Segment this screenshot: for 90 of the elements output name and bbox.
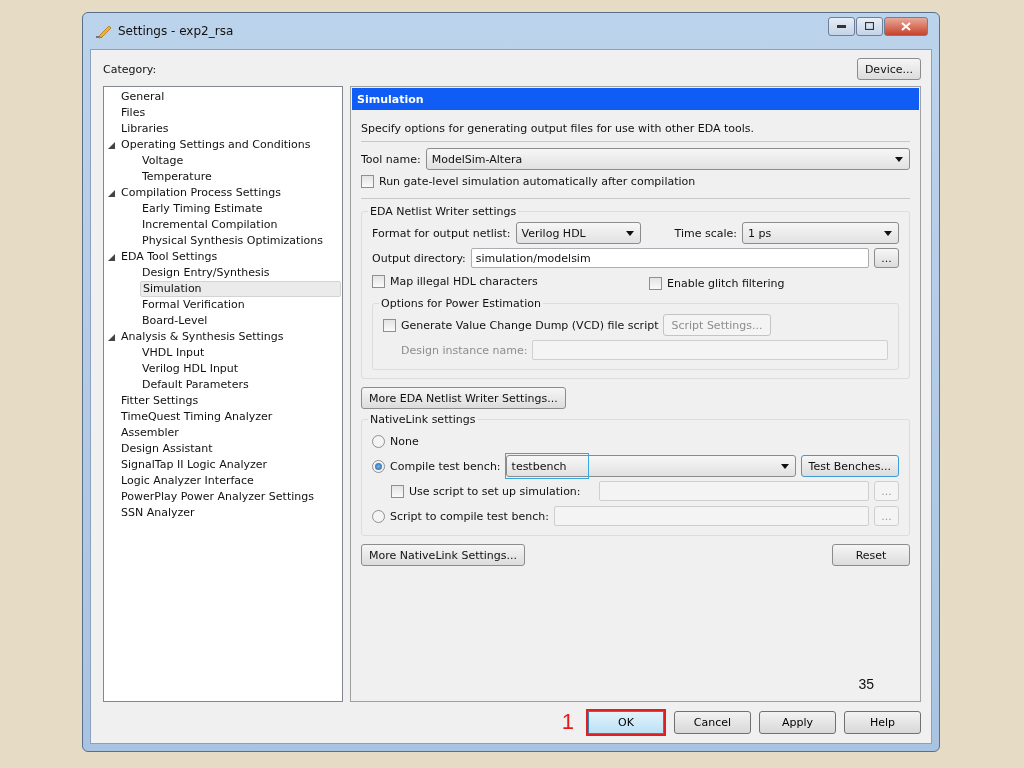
instance-name-field[interactable]	[532, 340, 888, 360]
tree-item[interactable]: Default Parameters	[140, 377, 251, 393]
tree-item[interactable]: Files	[119, 105, 148, 121]
minimize-icon	[837, 24, 846, 28]
checkbox-label: Generate Value Change Dump (VCD) file script	[401, 318, 659, 332]
test-bench-dropdown[interactable]: testbench	[505, 455, 796, 477]
dropdown-caret-icon	[884, 230, 892, 236]
dropdown-caret-icon	[895, 156, 903, 162]
tree-item[interactable]: TimeQuest Timing Analyzer	[119, 409, 275, 425]
radio-button[interactable]	[372, 459, 385, 473]
field-label: Design instance name:	[401, 343, 528, 357]
radio-label: None	[390, 434, 419, 448]
tree-item[interactable]: Operating Settings and Conditions	[119, 137, 313, 153]
close-icon	[901, 21, 911, 31]
tree-item[interactable]: SSN Analyzer	[119, 505, 197, 521]
reset-button[interactable]: Reset	[832, 544, 910, 566]
tree-item[interactable]: Simulation	[140, 281, 341, 297]
tree-item[interactable]: Early Timing Estimate	[140, 201, 265, 217]
tree-item[interactable]: Libraries	[119, 121, 171, 137]
checkbox[interactable]	[649, 276, 662, 290]
tree-item[interactable]: Board-Level	[140, 313, 210, 329]
tree-item[interactable]: Verilog HDL Input	[140, 361, 241, 377]
group-title: NativeLink settings	[369, 413, 477, 426]
category-label: Category:	[103, 62, 157, 76]
panel-title: Simulation	[352, 88, 919, 110]
checkbox-label: Enable glitch filtering	[667, 276, 785, 290]
field-label: Format for output netlist:	[372, 226, 511, 240]
dialog-button[interactable]: Apply	[759, 710, 836, 734]
slide-number: 35	[858, 676, 874, 692]
format-dropdown[interactable]: Verilog HDL	[515, 222, 641, 244]
tree-item[interactable]: Analysis & Synthesis Settings	[119, 329, 286, 345]
tree-item[interactable]: Physical Synthesis Optimizations	[140, 233, 325, 249]
panel-description: Specify options for generating output files for use with other EDA tools.	[361, 122, 755, 135]
dialog-button[interactable]: OK	[586, 708, 666, 736]
tree-item[interactable]: Design Entry/Synthesis	[140, 265, 272, 281]
more-netlist-settings-button[interactable]: More EDA Netlist Writer Settings...	[361, 387, 566, 409]
tree-item[interactable]: SignalTap II Logic Analyzer	[119, 457, 269, 473]
tree-item[interactable]: Design Assistant	[119, 441, 215, 457]
pencil-icon	[94, 23, 112, 39]
expand-triangle-icon[interactable]	[108, 189, 115, 197]
checkbox[interactable]	[383, 318, 396, 332]
maximize-icon	[865, 22, 874, 30]
dropdown-caret-icon	[780, 463, 789, 469]
expand-triangle-icon[interactable]	[108, 333, 115, 341]
annotation-number: 1	[561, 709, 574, 735]
tree-item[interactable]: General	[119, 89, 167, 105]
device-button[interactable]: Device...	[856, 58, 921, 80]
maximize-button[interactable]	[856, 16, 883, 36]
group-title: EDA Netlist Writer settings	[369, 205, 518, 218]
test-benches-button[interactable]: Test Benches...	[800, 455, 899, 477]
radio-button[interactable]	[372, 509, 385, 523]
more-nativelink-settings-button[interactable]: More NativeLink Settings...	[361, 544, 525, 566]
tree-item[interactable]: PowerPlay Power Analyzer Settings	[119, 489, 316, 505]
tree-item[interactable]: Fitter Settings	[119, 393, 201, 409]
checkbox-label: Run gate-level simulation automatically after compilation	[379, 174, 696, 188]
dialog-button[interactable]: Help	[844, 710, 921, 734]
output-directory-field[interactable]: simulation/modelsim	[470, 248, 869, 268]
setup-script-field[interactable]	[598, 481, 869, 501]
field-label: Output directory:	[372, 251, 466, 265]
checkbox[interactable]	[361, 174, 374, 188]
minimize-button[interactable]	[828, 16, 855, 36]
tree-item[interactable]: Logic Analyzer Interface	[119, 473, 256, 489]
checkbox-label: Map illegal HDL characters	[390, 275, 538, 288]
checkbox-label: Use script to set up simulation:	[409, 484, 581, 498]
radio-button[interactable]	[372, 434, 385, 448]
group-title: Options for Power Estimation	[380, 297, 542, 310]
tree-item[interactable]: VHDL Input	[140, 345, 207, 361]
dialog-button[interactable]: Cancel	[674, 710, 751, 734]
tree-item[interactable]: Formal Verification	[140, 297, 247, 313]
dropdown-caret-icon	[625, 230, 634, 236]
tool-name-dropdown[interactable]: ModelSim-Altera	[425, 148, 910, 170]
time-scale-dropdown[interactable]: 1 ps	[742, 222, 899, 244]
expand-triangle-icon[interactable]	[108, 141, 115, 149]
checkbox[interactable]	[391, 484, 404, 498]
window-title: Settings - exp2_rsa	[118, 24, 235, 38]
tree-item[interactable]: Voltage	[140, 153, 186, 169]
browse-button[interactable]: ...	[874, 248, 899, 268]
checkbox[interactable]	[372, 275, 385, 288]
tree-item[interactable]: Compilation Process Settings	[119, 185, 283, 201]
tree-item[interactable]: Assembler	[119, 425, 181, 441]
field-label: Time scale:	[674, 226, 737, 240]
radio-label: Compile test bench:	[390, 459, 501, 473]
close-button[interactable]	[884, 16, 928, 36]
expand-triangle-icon[interactable]	[108, 253, 115, 261]
tree-item[interactable]: EDA Tool Settings	[119, 249, 220, 265]
tree-item[interactable]: Incremental Compilation	[140, 217, 280, 233]
field-label: Tool name:	[361, 152, 421, 166]
script-field[interactable]	[553, 506, 869, 526]
tree-item[interactable]: Temperature	[140, 169, 214, 185]
radio-label: Script to compile test bench:	[390, 509, 549, 523]
